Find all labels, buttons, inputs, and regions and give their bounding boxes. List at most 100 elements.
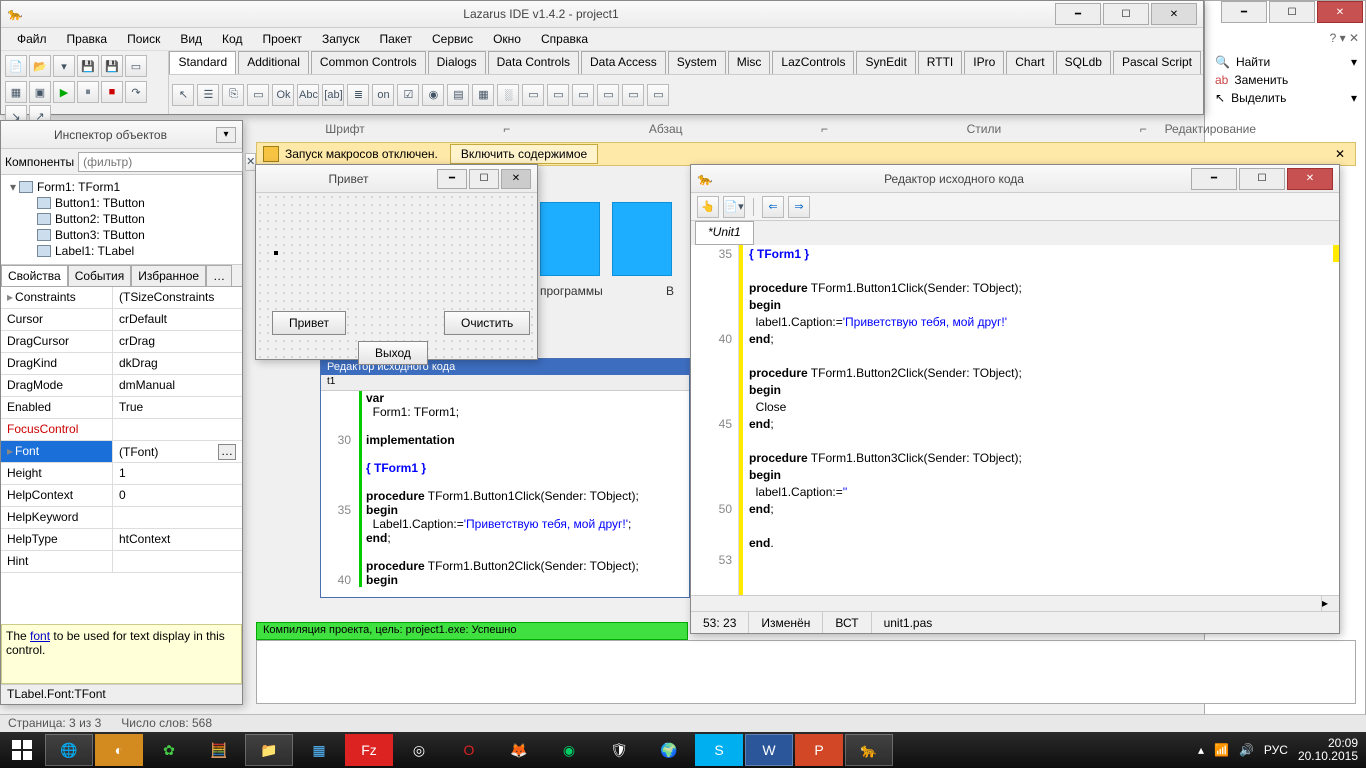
tree-node[interactable]: Button2: TButton xyxy=(3,211,240,227)
tree-node[interactable]: Label1: TLabel xyxy=(3,243,240,259)
task-fz[interactable]: Fz xyxy=(345,734,393,766)
task-calc[interactable]: 🧮 xyxy=(195,734,243,766)
tray-net-icon[interactable]: 📶 xyxy=(1214,743,1229,757)
palette-icon[interactable]: ░ xyxy=(497,84,519,106)
help-icon[interactable]: ? ▾ ✕ xyxy=(1330,31,1359,45)
new-form-icon[interactable]: ▭ xyxy=(125,55,147,77)
comp-tab[interactable]: RTTI xyxy=(918,51,962,74)
property-row[interactable]: HelpContext0 xyxy=(1,485,242,507)
view-units-icon[interactable]: ▦ xyxy=(5,81,27,103)
palette-icon[interactable]: Ok xyxy=(272,84,294,106)
palette-icon[interactable]: ▭ xyxy=(572,84,594,106)
property-row[interactable]: DragCursorcrDrag xyxy=(1,331,242,353)
enable-content-button[interactable]: Включить содержимое xyxy=(450,144,598,164)
palette-icon[interactable]: Abc xyxy=(297,84,319,106)
palette-icon[interactable]: ▤ xyxy=(447,84,469,106)
palette-icon[interactable]: ☰ xyxy=(197,84,219,106)
palette-icon[interactable]: ◉ xyxy=(422,84,444,106)
replace-button[interactable]: abЗаменить xyxy=(1211,71,1361,89)
code-text[interactable]: { TForm1 }procedure TForm1.Button1Click(… xyxy=(739,245,1339,595)
button2[interactable]: Очистить xyxy=(444,311,530,335)
tray-up-icon[interactable]: ▴ xyxy=(1198,743,1204,757)
menu-Сервис[interactable]: Сервис xyxy=(422,29,483,49)
palette-icon[interactable]: ⎘ xyxy=(222,84,244,106)
comp-tab[interactable]: Misc xyxy=(728,51,771,74)
property-row[interactable]: ▸Constraints(TSizeConstraints xyxy=(1,287,242,309)
palette-icon[interactable]: ▭ xyxy=(547,84,569,106)
comp-tab[interactable]: SQLdb xyxy=(1056,51,1111,74)
tree-node[interactable]: ▾Form1: TForm1 xyxy=(3,179,240,195)
property-row[interactable]: Hint xyxy=(1,551,242,573)
button1[interactable]: Привет xyxy=(272,311,346,335)
find-button[interactable]: 🔍Найти ▾ xyxy=(1211,53,1361,71)
palette-icon[interactable]: ▭ xyxy=(622,84,644,106)
task-app2[interactable]: ▦ xyxy=(295,734,343,766)
system-tray[interactable]: ▴ 📶 🔊 РУС 20:0920.10.2015 xyxy=(1198,737,1366,763)
main-menu[interactable]: ФайлПравкаПоискВидКодПроектЗапускПакетСе… xyxy=(1,28,1203,50)
bgword-close[interactable]: ✕ xyxy=(1317,1,1363,23)
palette-icon[interactable]: ▭ xyxy=(522,84,544,106)
save-icon[interactable]: 💾 xyxy=(77,55,99,77)
property-row[interactable]: FocusControl xyxy=(1,419,242,441)
task-word[interactable]: W xyxy=(745,734,793,766)
property-row[interactable]: DragModedmManual xyxy=(1,375,242,397)
ed-maximize[interactable]: ☐ xyxy=(1239,168,1285,190)
bgword-maximize[interactable]: ☐ xyxy=(1269,1,1315,23)
menu-Код[interactable]: Код xyxy=(212,29,252,49)
label-placeholder[interactable] xyxy=(274,251,278,255)
palette-icon[interactable]: ▭ xyxy=(597,84,619,106)
fd-close[interactable]: ✕ xyxy=(501,169,531,189)
fd-maximize[interactable]: ☐ xyxy=(469,169,499,189)
menu-Файл[interactable]: Файл xyxy=(7,29,57,49)
comp-tab[interactable]: Additional xyxy=(238,51,309,74)
save-all-icon[interactable]: 💾 xyxy=(101,55,123,77)
palette-icon[interactable]: ▭ xyxy=(247,84,269,106)
comp-tab[interactable]: Chart xyxy=(1006,51,1053,74)
comp-tab[interactable]: IPro xyxy=(964,51,1004,74)
arrow-icon[interactable]: ▾ xyxy=(53,55,75,77)
inspector-tab[interactable]: Свойства xyxy=(1,265,68,286)
tray-lang[interactable]: РУС xyxy=(1264,743,1288,757)
comp-tab[interactable]: Data Access xyxy=(581,51,666,74)
task-app[interactable]: ◐ xyxy=(95,734,143,766)
comp-tab[interactable]: Pascal Script xyxy=(1113,51,1201,74)
laz-close[interactable]: ✕ xyxy=(1151,3,1197,25)
inspector-tab[interactable]: События xyxy=(68,265,132,286)
task-kz[interactable]: 🛡 xyxy=(595,734,643,766)
task-firefox[interactable]: 🦊 xyxy=(495,734,543,766)
palette-icon[interactable]: [ab] xyxy=(322,84,344,106)
taskbar[interactable]: 🌐 ◐ ✿ 🧮 📁 ▦ Fz ◎ O 🦊 ◉ 🛡 🌍 S W P 🐆 ▴ 📶 🔊… xyxy=(0,732,1366,768)
task-browser[interactable]: 🌍 xyxy=(645,734,693,766)
comp-tab[interactable]: SynEdit xyxy=(856,51,915,74)
property-row[interactable]: ▸Font(TFont)… xyxy=(1,441,242,463)
property-row[interactable]: HelpTypehtContext xyxy=(1,529,242,551)
comp-tab[interactable]: Data Controls xyxy=(488,51,579,74)
comp-tab[interactable]: Dialogs xyxy=(428,51,486,74)
fd-minimize[interactable]: ━ xyxy=(437,169,467,189)
task-lazarus[interactable]: 🐆 xyxy=(845,734,893,766)
select-button[interactable]: ↖Выделить ▾ xyxy=(1211,89,1361,107)
tray-clock[interactable]: 20:0920.10.2015 xyxy=(1298,737,1358,763)
tree-node[interactable]: Button3: TButton xyxy=(3,227,240,243)
nav-back-icon[interactable]: ⇐ xyxy=(762,196,784,218)
property-row[interactable]: EnabledTrue xyxy=(1,397,242,419)
messages-area[interactable] xyxy=(256,640,1356,704)
property-row[interactable]: HelpKeyword xyxy=(1,507,242,529)
jump-back-icon[interactable]: 👆 xyxy=(697,196,719,218)
component-palette[interactable]: ↖☰⎘▭OkAbc[ab]≣on☑◉▤▦░▭▭▭▭▭▭ xyxy=(169,75,1203,114)
task-skype[interactable]: S xyxy=(695,734,743,766)
stop-icon[interactable]: ■ xyxy=(101,81,123,103)
comp-tab[interactable]: Common Controls xyxy=(311,51,426,74)
task-explorer[interactable]: 📁 xyxy=(245,734,293,766)
help-link[interactable]: font xyxy=(30,629,50,643)
ed-close[interactable]: ✕ xyxy=(1287,168,1333,190)
property-grid[interactable]: ▸Constraints(TSizeConstraintsCursorcrDef… xyxy=(1,287,242,624)
button3[interactable]: Выход xyxy=(358,341,428,365)
palette-icon[interactable]: ≣ xyxy=(347,84,369,106)
form-canvas[interactable]: Привет Очистить Выход xyxy=(256,193,537,359)
code-area[interactable]: 3540455053 { TForm1 }procedure TForm1.Bu… xyxy=(691,245,1339,595)
menu-Справка[interactable]: Справка xyxy=(531,29,598,49)
laz-maximize[interactable]: ☐ xyxy=(1103,3,1149,25)
jump-fwd-icon[interactable]: 📄▾ xyxy=(723,196,745,218)
palette-icon[interactable]: ☑ xyxy=(397,84,419,106)
